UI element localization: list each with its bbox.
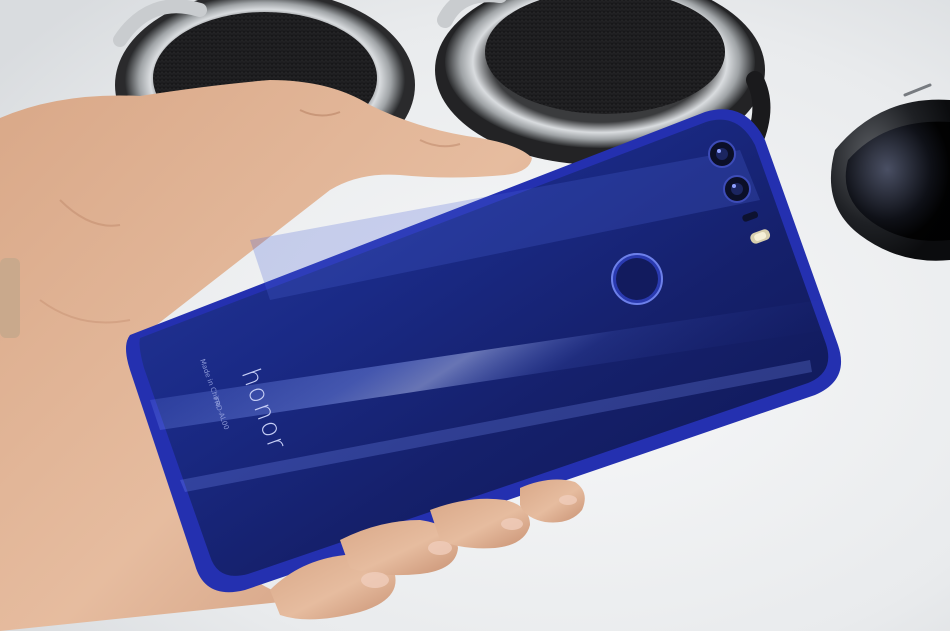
fingerprint-sensor <box>611 253 663 305</box>
photo-scene: honor Made in China FRD-AL00 <box>0 0 950 631</box>
product-photo: honor Made in China FRD-AL00 <box>0 0 950 631</box>
watch-strap <box>0 258 20 338</box>
